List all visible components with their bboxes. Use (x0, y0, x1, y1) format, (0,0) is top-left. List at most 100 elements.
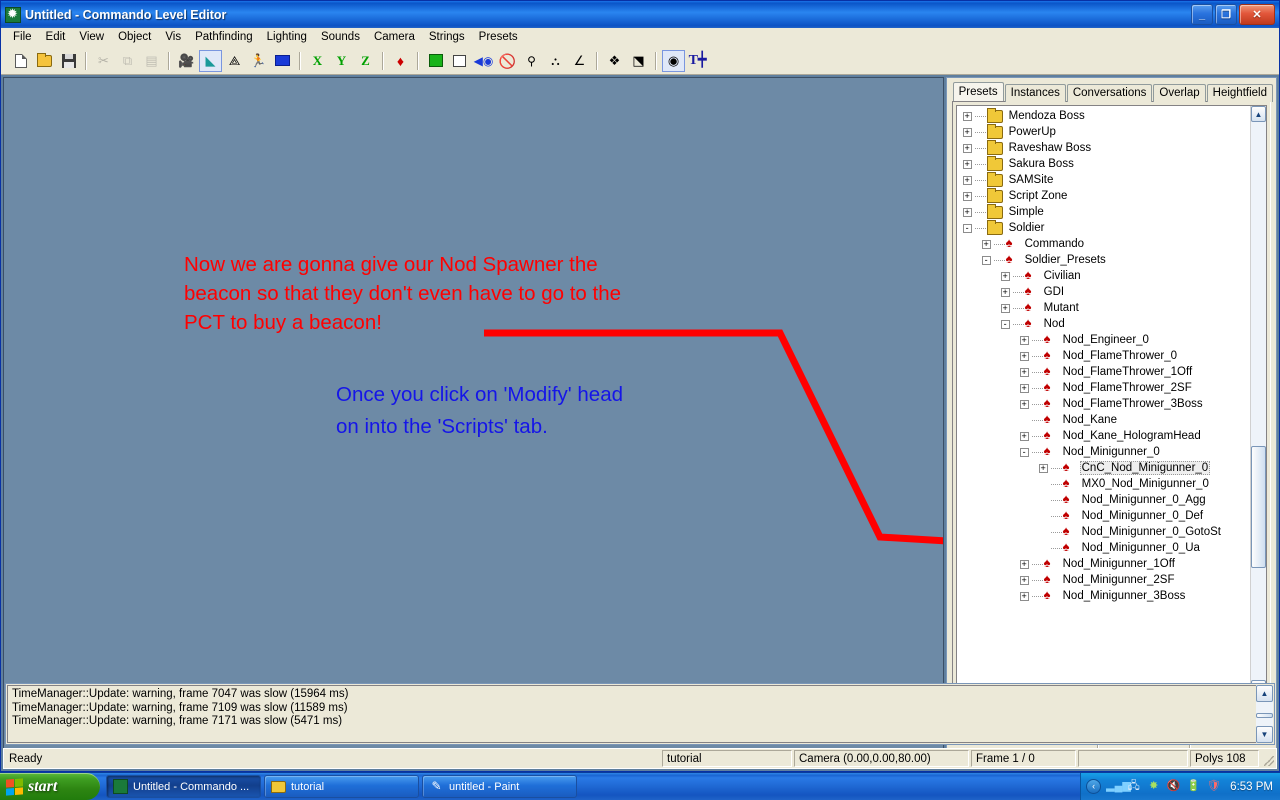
tree-item[interactable]: MX0_Nod_Minigunner_0 (957, 476, 1250, 492)
paste-icon[interactable]: ▤ (140, 50, 163, 72)
menu-view[interactable]: View (72, 29, 111, 45)
expand-icon[interactable]: + (1001, 272, 1010, 281)
open-icon[interactable] (33, 50, 56, 72)
tree-item[interactable]: -Soldier_Presets (957, 252, 1250, 268)
axis-y-icon[interactable]: Y (330, 50, 353, 72)
copy-icon[interactable]: ⧉ (116, 50, 139, 72)
no-vis-icon[interactable]: 🚫 (496, 50, 519, 72)
expand-icon[interactable]: + (963, 128, 972, 137)
walk-mode-icon[interactable]: 🏃 (247, 50, 270, 72)
shield-network-icon[interactable]: ✸ (1146, 779, 1161, 794)
tree-item[interactable]: +Commando (957, 236, 1250, 252)
menu-presets[interactable]: Presets (472, 29, 525, 45)
scroll-track[interactable] (1251, 122, 1266, 680)
tree-item[interactable]: +GDI (957, 284, 1250, 300)
3d-viewport[interactable]: Now we are gonna give our Nod Spawner th… (3, 77, 944, 769)
tree-item[interactable]: +Nod_FlameThrower_3Boss (957, 396, 1250, 412)
expand-icon[interactable]: + (963, 144, 972, 153)
minimize-button[interactable]: _ (1191, 4, 1213, 25)
battery-icon[interactable]: 🔋 (1186, 779, 1201, 794)
tree-item[interactable]: +Nod_Engineer_0 (957, 332, 1250, 348)
vis-eye-icon[interactable]: ◀◉ (472, 50, 495, 72)
cut-icon[interactable]: ✂ (92, 50, 115, 72)
tree-item[interactable]: Nod_Minigunner_0_GotoSt (957, 524, 1250, 540)
tree-item[interactable]: +Mendoza Boss (957, 108, 1250, 124)
expand-icon[interactable]: + (1020, 432, 1029, 441)
terrain-icon[interactable] (271, 50, 294, 72)
network-disconnected-icon[interactable]: 🖧 (1126, 779, 1141, 794)
waypath-icon[interactable]: ⚲ (520, 50, 543, 72)
tree-item[interactable]: +Mutant (957, 300, 1250, 316)
tree-item[interactable]: +CnC_Nod_Minigunner_0 (957, 460, 1250, 476)
collapse-icon[interactable]: - (1001, 320, 1010, 329)
expand-icon[interactable]: + (1020, 368, 1029, 377)
log-scroll-track[interactable] (1256, 702, 1273, 726)
preset-tree[interactable]: +Mendoza Boss+PowerUp+Raveshaw Boss+Saku… (956, 105, 1267, 697)
resize-grip[interactable] (1260, 749, 1276, 768)
start-button[interactable]: start (0, 773, 100, 800)
paint-bucket-icon[interactable]: ◣ (199, 50, 222, 72)
collapse-icon[interactable]: - (982, 256, 991, 265)
expand-icon[interactable]: + (1020, 400, 1029, 409)
log-scroll-up-button[interactable]: ▲ (1256, 685, 1273, 702)
expand-icon[interactable]: + (963, 208, 972, 217)
rgb-blocks-icon[interactable]: ⬔ (627, 50, 650, 72)
tree-item[interactable]: Nod_Minigunner_0_Def (957, 508, 1250, 524)
signal-bars-icon[interactable]: ▂▄▆ (1106, 779, 1121, 794)
tree-item[interactable]: -Nod_Minigunner_0 (957, 444, 1250, 460)
menu-file[interactable]: File (6, 29, 39, 45)
menu-pathfinding[interactable]: Pathfinding (188, 29, 260, 45)
tree-item[interactable]: -Nod (957, 316, 1250, 332)
white-cube-icon[interactable] (448, 50, 471, 72)
tree-item[interactable]: +Nod_Kane_HologramHead (957, 428, 1250, 444)
tab-conversations[interactable]: Conversations (1067, 84, 1153, 102)
menu-camera[interactable]: Camera (367, 29, 422, 45)
expand-icon[interactable]: + (1020, 384, 1029, 393)
tree-item[interactable]: +Nod_FlameThrower_2SF (957, 380, 1250, 396)
expand-icon[interactable]: + (963, 160, 972, 169)
expand-icon[interactable]: + (1020, 560, 1029, 569)
tree-item[interactable]: +PowerUp (957, 124, 1250, 140)
tree-item[interactable]: Nod_Minigunner_0_Agg (957, 492, 1250, 508)
light-icon[interactable]: ♦ (389, 50, 412, 72)
camera-icon[interactable]: 🎥 (175, 50, 198, 72)
tree-vertical-scrollbar[interactable]: ▲ ▼ (1250, 106, 1266, 696)
tab-overlap[interactable]: Overlap (1153, 84, 1205, 102)
menu-edit[interactable]: Edit (39, 29, 73, 45)
text-tool-icon[interactable]: T┿ (686, 50, 709, 72)
log-scroll-thumb[interactable] (1256, 713, 1273, 718)
taskbar-item-tutorial[interactable]: tutorial (264, 775, 419, 798)
tree-item[interactable]: +Nod_FlameThrower_0 (957, 348, 1250, 364)
expand-icon[interactable]: + (1020, 592, 1029, 601)
menu-vis[interactable]: Vis (158, 29, 188, 45)
expand-icon[interactable]: + (1020, 352, 1029, 361)
eye-toggle-icon[interactable]: ◉ (662, 50, 685, 72)
log-scroll-down-button[interactable]: ▼ (1256, 726, 1273, 743)
tree-item[interactable]: +Nod_FlameThrower_1Off (957, 364, 1250, 380)
menu-lighting[interactable]: Lighting (260, 29, 314, 45)
tab-heightfield[interactable]: Heightfield (1207, 84, 1273, 102)
system-clock[interactable]: 6:53 PM (1230, 781, 1273, 793)
expand-icon[interactable]: + (982, 240, 991, 249)
tree-item[interactable]: +Civilian (957, 268, 1250, 284)
close-button[interactable]: ✕ (1239, 4, 1275, 25)
tab-instances[interactable]: Instances (1005, 84, 1066, 102)
collapse-icon[interactable]: - (1020, 448, 1029, 457)
tree-item[interactable]: +Nod_Minigunner_3Boss (957, 588, 1250, 604)
expand-icon[interactable]: + (1020, 576, 1029, 585)
tree-item[interactable]: +Raveshaw Boss (957, 140, 1250, 156)
tree-item[interactable]: +Simple (957, 204, 1250, 220)
rgb-cubes-icon[interactable]: ❖ (603, 50, 626, 72)
pathfind-icon[interactable]: ⛬ (544, 50, 567, 72)
log-output[interactable]: TimeManager::Update: warning, frame 7047… (7, 685, 1256, 743)
tray-expand-chevron-icon[interactable]: ‹ (1086, 779, 1101, 794)
tab-presets[interactable]: Presets (953, 82, 1004, 101)
maximize-button[interactable]: ❐ (1215, 4, 1237, 25)
tree-item[interactable]: +SAMSite (957, 172, 1250, 188)
green-cube-icon[interactable] (424, 50, 447, 72)
menu-object[interactable]: Object (111, 29, 158, 45)
axis-z-icon[interactable]: Z (354, 50, 377, 72)
tree-item[interactable]: +Sakura Boss (957, 156, 1250, 172)
angle-icon[interactable]: ∠ (568, 50, 591, 72)
tree-item[interactable]: -Soldier (957, 220, 1250, 236)
